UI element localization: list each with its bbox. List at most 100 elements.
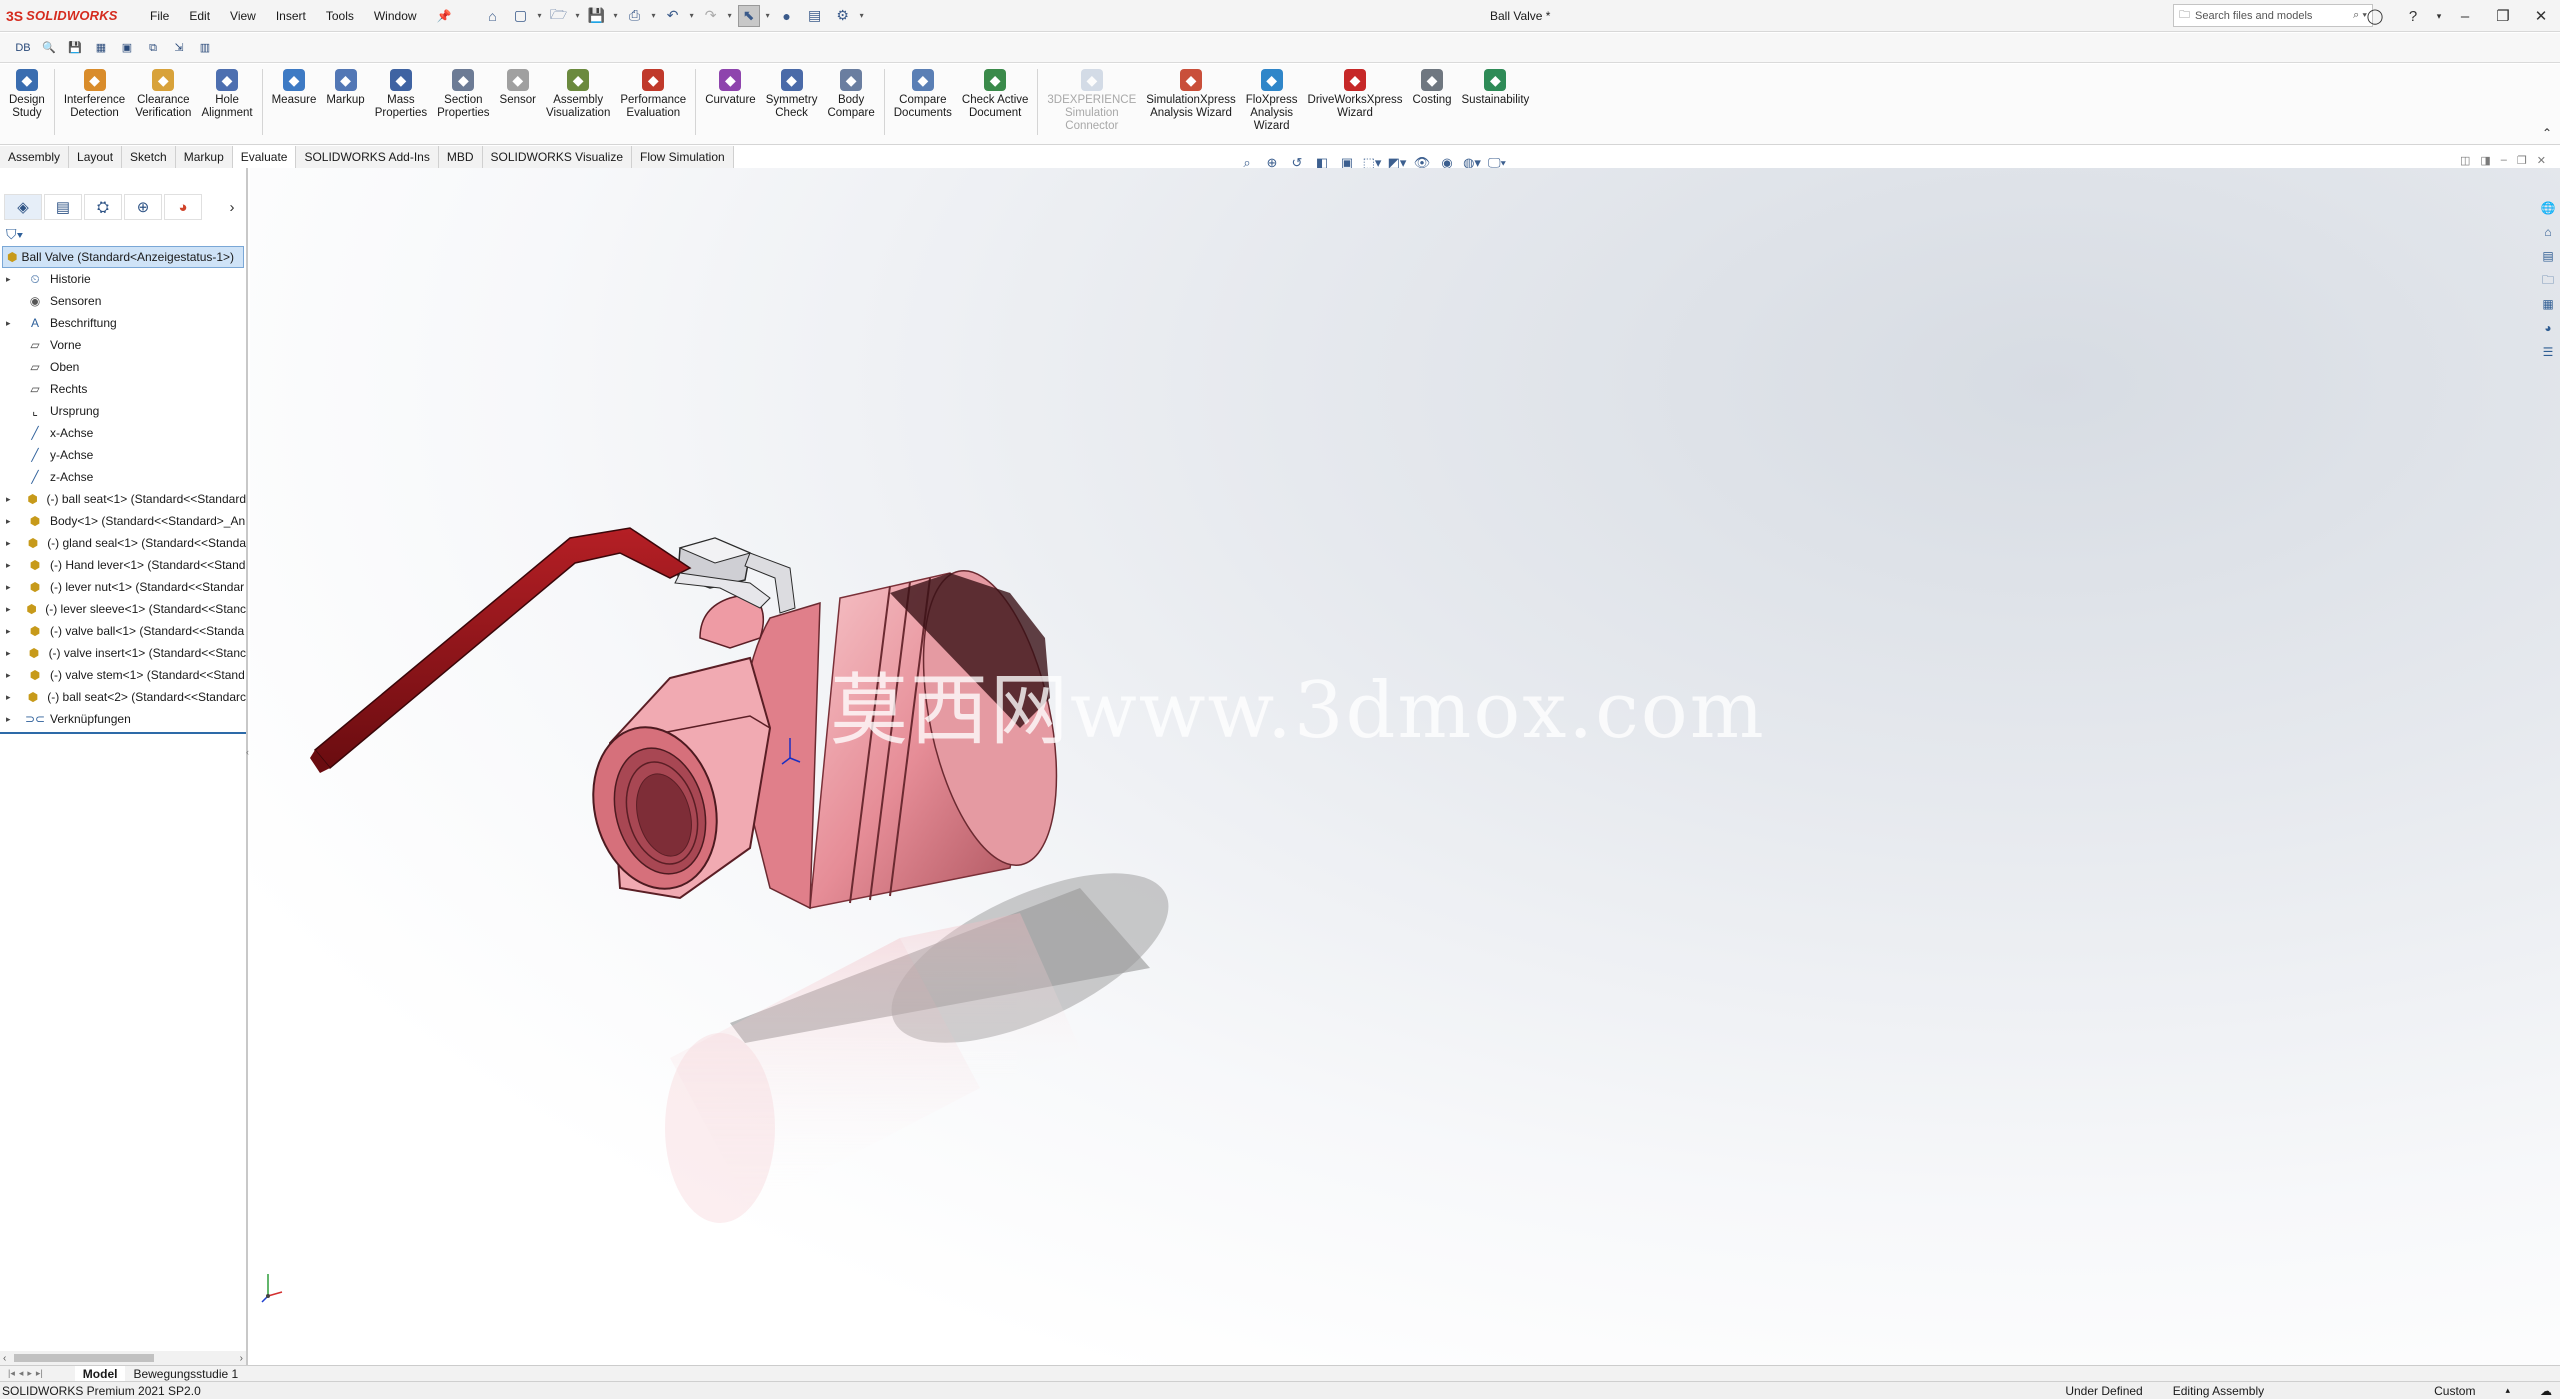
tab-layout[interactable]: Layout bbox=[69, 146, 123, 168]
search-box[interactable]: 🗀 Search files and models ⌕ ▾ bbox=[2173, 4, 2373, 27]
tree-item[interactable]: ▸ ⬢ (-) ball seat<2> (Standard<<Standarc bbox=[0, 686, 246, 708]
toolbar-icon-5[interactable]: ▣ bbox=[118, 39, 136, 57]
tree-item[interactable]: ▸ ⏲ Historie bbox=[0, 268, 246, 290]
cmd-interference-button[interactable]: ◆ Interference Detection bbox=[59, 69, 130, 120]
cmd-mass-properties-button[interactable]: ◆ Mass Properties bbox=[370, 69, 432, 120]
first-tab-icon[interactable]: |◂ bbox=[6, 1368, 17, 1379]
tree-item[interactable]: ▸ ⊃⊂ Verknüpfungen bbox=[0, 708, 246, 730]
tree-item[interactable]: ▸ ⬢ (-) lever nut<1> (Standard<<Standar bbox=[0, 576, 246, 598]
ball-valve-model[interactable] bbox=[250, 168, 2560, 1365]
task-pane-home-icon[interactable]: ⌂ bbox=[2538, 222, 2558, 242]
cmd-body-compare-button[interactable]: ◆ Body Compare bbox=[822, 69, 879, 120]
cmd-curvature-button[interactable]: ◆ Curvature bbox=[700, 69, 761, 107]
db-icon[interactable]: DB bbox=[14, 39, 32, 57]
rebuild-indicator-icon[interactable]: ☁ bbox=[2540, 1384, 2552, 1398]
tab-motion-study[interactable]: Bewegungsstudie 1 bbox=[125, 1366, 246, 1382]
save-icon[interactable]: 💾 bbox=[586, 5, 608, 27]
cmd-sustainability-button[interactable]: ◆ Sustainability bbox=[1457, 69, 1535, 107]
tree-item[interactable]: ╱ x-Achse bbox=[0, 422, 246, 444]
search-commands-icon[interactable]: 🔍 bbox=[40, 39, 58, 57]
tree-item[interactable]: ▸ ⬢ (-) ball seat<1> (Standard<<Standard bbox=[0, 488, 246, 510]
tab-flow-simulation[interactable]: Flow Simulation bbox=[632, 146, 734, 168]
appearances-icon[interactable]: ◕ bbox=[2538, 318, 2558, 338]
print-icon[interactable]: ⎙ bbox=[624, 5, 646, 27]
save-small-icon[interactable]: 💾 bbox=[66, 39, 84, 57]
help-icon[interactable]: ? bbox=[2394, 8, 2432, 25]
status-units[interactable]: Custom bbox=[2434, 1384, 2475, 1398]
cmd-markup-button[interactable]: ◆ Markup bbox=[321, 69, 369, 107]
search-input[interactable]: Search files and models bbox=[2195, 10, 2312, 22]
tree-item[interactable]: ▸ ⬢ (-) valve ball<1> (Standard<<Standa bbox=[0, 620, 246, 642]
dimxpert-manager-tab-icon[interactable]: ⊕ bbox=[124, 194, 162, 220]
tree-item[interactable]: ▱ Vorne bbox=[0, 334, 246, 356]
minimize-icon[interactable]: – bbox=[2446, 8, 2484, 25]
undo-icon[interactable]: ↶ bbox=[662, 5, 684, 27]
tab-evaluate[interactable]: Evaluate bbox=[232, 146, 297, 168]
display-manager-tab-icon[interactable]: ◕ bbox=[164, 194, 202, 220]
solidworks-resources-icon[interactable]: 🌐 bbox=[2538, 198, 2558, 218]
redo-dropdown-icon[interactable]: ▾ bbox=[728, 11, 732, 20]
cmd-costing-button[interactable]: ◆ Costing bbox=[1408, 69, 1457, 107]
file-properties-icon[interactable]: ▤ bbox=[804, 5, 826, 27]
expand-arrow-icon[interactable]: ▸ bbox=[6, 494, 17, 505]
solidworks-logo[interactable]: 3S SOLIDWORKS bbox=[0, 8, 140, 24]
tree-item[interactable]: ▸ ⬢ Body<1> (Standard<<Standard>_An bbox=[0, 510, 246, 532]
tree-item[interactable]: ▱ Rechts bbox=[0, 378, 246, 400]
tab-model[interactable]: Model bbox=[74, 1365, 126, 1382]
save-dropdown-icon[interactable]: ▾ bbox=[614, 11, 618, 20]
graphics-area[interactable]: 莫西网www.3dmox.com 🌐 ⌂ ▤ 🗀 ▦ ◕ ☰ bbox=[250, 168, 2560, 1365]
viewport-restore-icon[interactable]: ❐ bbox=[2517, 154, 2527, 167]
menu-file[interactable]: File bbox=[140, 0, 179, 32]
select-dropdown-icon[interactable]: ▾ bbox=[766, 11, 770, 20]
menu-insert[interactable]: Insert bbox=[266, 0, 316, 32]
tree-item[interactable]: ▸ ⬢ (-) valve insert<1> (Standard<<Stanc bbox=[0, 642, 246, 664]
select-cursor-icon[interactable]: ⬉ bbox=[737, 4, 760, 27]
design-library-icon[interactable]: ▤ bbox=[2538, 246, 2558, 266]
cmd-clearance-button[interactable]: ◆ Clearance Verification bbox=[130, 69, 196, 120]
expand-arrow-icon[interactable]: ▸ bbox=[6, 318, 18, 329]
menu-view[interactable]: View bbox=[220, 0, 266, 32]
expand-arrow-icon[interactable]: ▸ bbox=[6, 560, 18, 571]
print-dropdown-icon[interactable]: ▾ bbox=[652, 11, 656, 20]
collapse-ribbon-icon[interactable]: ⌃ bbox=[2542, 126, 2552, 140]
tree-item[interactable]: ▸ ⬢ (-) valve stem<1> (Standard<<Stand bbox=[0, 664, 246, 686]
tree-item[interactable]: ▸ ⬢ (-) Hand lever<1> (Standard<<Stand bbox=[0, 554, 246, 576]
tree-item[interactable]: ╱ z-Achse bbox=[0, 466, 246, 488]
tree-item[interactable]: ▸ ⬢ (-) lever sleeve<1> (Standard<<Stanc bbox=[0, 598, 246, 620]
options-dropdown-icon[interactable]: ▾ bbox=[860, 11, 864, 20]
tree-item[interactable]: ▸ A Beschriftung bbox=[0, 312, 246, 334]
cmd-measure-button[interactable]: ◆ Measure bbox=[267, 69, 322, 107]
prev-tab-icon[interactable]: ◂ bbox=[17, 1368, 26, 1379]
menu-tools[interactable]: Tools bbox=[316, 0, 364, 32]
restore-icon[interactable]: ❐ bbox=[2484, 7, 2522, 25]
tab-solidworks-visualize[interactable]: SOLIDWORKS Visualize bbox=[483, 146, 632, 168]
options-gear-icon[interactable]: ⚙ bbox=[832, 5, 854, 27]
open-dropdown-icon[interactable]: ▾ bbox=[576, 11, 580, 20]
cmd-performance-button[interactable]: ◆ Performance Evaluation bbox=[615, 69, 691, 120]
expand-arrow-icon[interactable]: ▸ bbox=[6, 604, 16, 615]
tree-horizontal-scrollbar[interactable]: ‹ › bbox=[0, 1351, 246, 1365]
pin-icon[interactable]: 📌 bbox=[427, 0, 462, 32]
tab-markup[interactable]: Markup bbox=[176, 146, 233, 168]
tab-mbd[interactable]: MBD bbox=[439, 146, 483, 168]
home-icon[interactable]: ⌂ bbox=[482, 5, 504, 27]
next-tab-icon[interactable]: ▸ bbox=[25, 1368, 34, 1379]
cmd-design-study-button[interactable]: ◆ Design Study bbox=[4, 69, 50, 120]
cmd-driveworks-button[interactable]: ◆ DriveWorksXpress Wizard bbox=[1303, 69, 1408, 120]
scroll-left-icon[interactable]: ‹ bbox=[3, 1353, 6, 1364]
tree-item[interactable]: ▱ Oben bbox=[0, 356, 246, 378]
cmd-sensor-button[interactable]: ◆ Sensor bbox=[495, 69, 541, 107]
viewport-tile-icon[interactable]: ◨ bbox=[2480, 154, 2490, 167]
cmd-simulationxpress-button[interactable]: ◆ SimulationXpress Analysis Wizard bbox=[1141, 69, 1240, 120]
close-icon[interactable]: ✕ bbox=[2522, 7, 2560, 25]
viewport-split-icon[interactable]: ◫ bbox=[2460, 154, 2470, 167]
expand-arrow-icon[interactable]: ▸ bbox=[6, 582, 18, 593]
more-tabs-chevron-icon[interactable]: › bbox=[222, 194, 242, 220]
feature-manager-tab-icon[interactable]: ◈ bbox=[4, 194, 42, 220]
tree-item[interactable]: ╱ y-Achse bbox=[0, 444, 246, 466]
cmd-assembly-visualization-button[interactable]: ◆ Assembly Visualization bbox=[541, 69, 615, 120]
expand-arrow-icon[interactable]: ▸ bbox=[6, 274, 18, 285]
menu-window[interactable]: Window bbox=[364, 0, 427, 32]
traffic-light-icon[interactable]: ● bbox=[776, 5, 798, 27]
last-tab-icon[interactable]: ▸| bbox=[34, 1368, 45, 1379]
